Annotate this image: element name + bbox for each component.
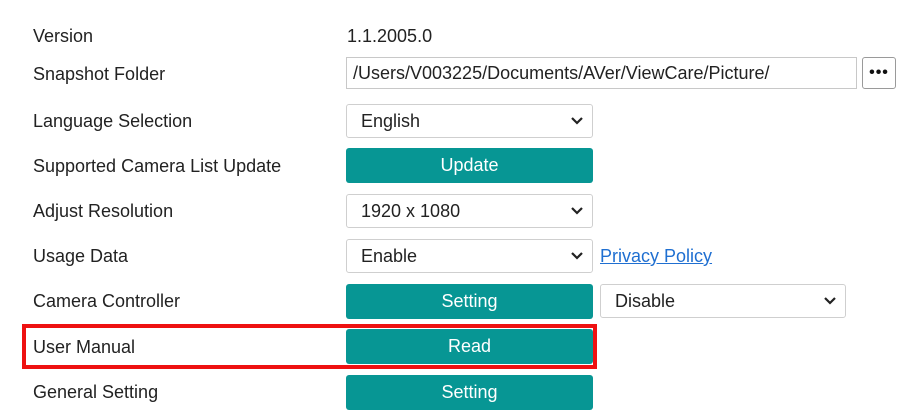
resolution-select[interactable]: 1920 x 1080 — [346, 194, 593, 228]
usage-data-label: Usage Data — [33, 246, 129, 266]
camera-list-update-label: Supported Camera List Update — [33, 156, 282, 176]
general-setting-button[interactable]: Setting — [346, 375, 593, 410]
adjust-resolution-label: Adjust Resolution — [33, 201, 174, 221]
update-button[interactable]: Update — [346, 148, 593, 183]
usage-data-select-value: Enable — [361, 246, 418, 266]
camera-controller-select[interactable]: Disable — [600, 284, 846, 318]
camera-controller-select-value: Disable — [615, 291, 676, 311]
language-select[interactable]: English — [346, 104, 593, 138]
chevron-down-icon — [823, 285, 837, 317]
camera-controller-label: Camera Controller — [33, 291, 181, 311]
resolution-select-value: 1920 x 1080 — [361, 201, 461, 221]
camera-controller-setting-button[interactable]: Setting — [346, 284, 593, 319]
language-selection-label: Language Selection — [33, 111, 193, 131]
usage-data-select[interactable]: Enable — [346, 239, 593, 273]
snapshot-folder-label: Snapshot Folder — [33, 64, 166, 84]
read-button[interactable]: Read — [346, 329, 593, 364]
user-manual-label: User Manual — [33, 337, 136, 357]
language-select-value: English — [361, 111, 421, 131]
version-value: 1.1.2005.0 — [347, 26, 433, 46]
chevron-down-icon — [570, 240, 584, 272]
version-label: Version — [33, 26, 94, 46]
more-horizontal-icon: ••• — [869, 64, 889, 81]
chevron-down-icon — [570, 195, 584, 227]
chevron-down-icon — [570, 105, 584, 137]
general-setting-label: General Setting — [33, 382, 159, 402]
browse-folder-button[interactable]: ••• — [862, 57, 896, 89]
settings-panel: Version 1.1.2005.0 Snapshot Folder /User… — [0, 0, 902, 412]
privacy-policy-link[interactable]: Privacy Policy — [600, 245, 712, 267]
snapshot-folder-path-field[interactable]: /Users/V003225/Documents/AVer/ViewCare/P… — [346, 57, 857, 89]
